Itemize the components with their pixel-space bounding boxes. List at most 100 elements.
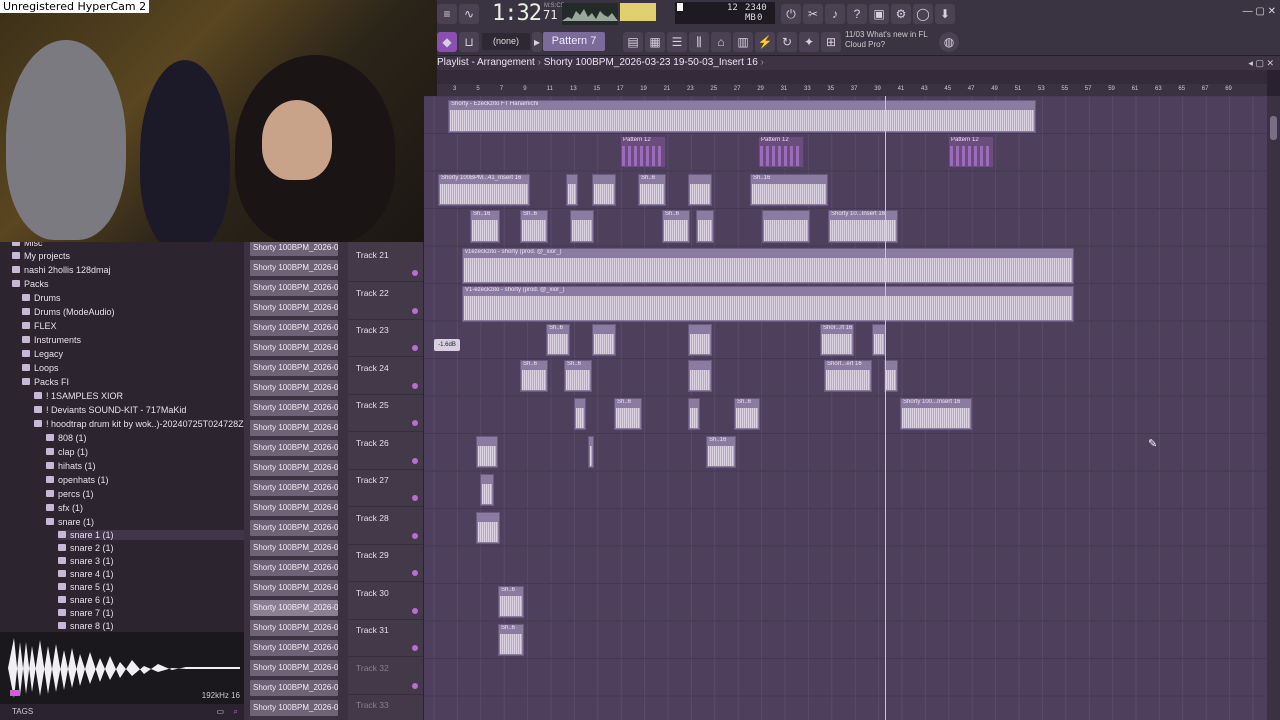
pattern-list-item[interactable]: Shorty 100BPM_2026-03... xyxy=(250,660,338,676)
audio-clip[interactable]: Sh..16 xyxy=(706,436,736,468)
chat-icon[interactable]: ◯ xyxy=(913,4,933,24)
audio-clip[interactable]: Sh..6 xyxy=(498,586,524,618)
cart-icon[interactable]: ⊞ xyxy=(821,32,841,52)
pattern-list-item[interactable]: Shorty 100BPM_2026-03... xyxy=(250,420,338,436)
track-mute-dot[interactable] xyxy=(412,457,418,464)
pattern-list-item[interactable]: Shorty 100BPM_2026-03... xyxy=(250,580,338,596)
track-mute-dot[interactable] xyxy=(412,382,418,389)
globe-icon[interactable]: ◍ xyxy=(939,32,959,52)
playlist-icon[interactable]: ▤ xyxy=(623,32,643,52)
audio-clip[interactable] xyxy=(588,436,594,468)
menu-icon[interactable]: ≡ xyxy=(437,4,457,24)
audio-clip[interactable]: Sh..6 xyxy=(546,324,570,356)
browser-icon[interactable]: ⌂ xyxy=(711,32,731,52)
track-header[interactable]: Track 25 xyxy=(348,395,423,432)
wave-icon[interactable]: ∿ xyxy=(459,4,479,24)
piano-roll-icon[interactable]: ▦ xyxy=(645,32,665,52)
folder-icon[interactable]: ▭ xyxy=(216,704,224,720)
timeline-ruler[interactable]: 3 5 7 9 11 13 15 17 19 21 23 25 27 29 31 33 35 37 39 41 43 45… xyxy=(437,84,1267,96)
tempo-icon[interactable]: ↻ xyxy=(777,32,797,52)
browser-item[interactable]: ! Deviants SOUND-KIT - 717MaKid xyxy=(34,405,186,415)
audio-clip[interactable]: Shorty - Ezeckzito FT Hanamichi xyxy=(448,100,1036,133)
audio-clip[interactable] xyxy=(688,174,712,206)
audio-clip[interactable]: Sh..6 xyxy=(662,210,690,243)
browser-item[interactable]: clap (1) xyxy=(46,447,88,457)
audio-clip[interactable]: Sh..6 xyxy=(614,398,642,430)
pattern-list-item[interactable]: Shorty 100BPM_2026-03... xyxy=(250,340,338,356)
search-icon[interactable]: ⌕ xyxy=(234,704,238,720)
audio-clip[interactable] xyxy=(592,174,616,206)
track-mute-dot[interactable] xyxy=(412,682,418,689)
track-mute-dot[interactable] xyxy=(412,607,418,614)
track-header[interactable]: Track 27 xyxy=(348,470,423,507)
help-icon[interactable]: ? xyxy=(847,4,867,24)
audio-clip[interactable] xyxy=(884,360,898,392)
pattern-list-item[interactable]: Shorty 100BPM_2026-03... xyxy=(250,400,338,416)
pattern-list-item[interactable]: Shorty 100BPM_2026-03... xyxy=(250,320,338,336)
browser-item[interactable]: Packs xyxy=(12,279,49,289)
audio-clip[interactable]: Sh..6 xyxy=(520,210,548,243)
browser-item[interactable]: hihats (1) xyxy=(46,461,96,471)
browser-item[interactable]: snare 8 (1) xyxy=(58,621,114,631)
pattern-list-item[interactable]: Shorty 100BPM_2026-03... xyxy=(250,480,338,496)
track-header[interactable]: Track 26 xyxy=(348,433,423,470)
mixer-icon[interactable]: ⫼ xyxy=(689,32,709,52)
browser-item[interactable]: FLEX xyxy=(22,321,57,331)
audio-clip[interactable]: Sh..6 xyxy=(520,360,548,392)
audio-clip[interactable]: Short...ert 16 xyxy=(824,360,872,392)
browser-item[interactable]: Drums xyxy=(22,293,61,303)
track-header[interactable]: Track 30 xyxy=(348,583,423,620)
audio-clip[interactable]: Sh..16 xyxy=(470,210,500,243)
audio-clip[interactable] xyxy=(476,512,500,544)
audio-clip[interactable] xyxy=(688,398,700,430)
pattern-list-item[interactable]: Shorty 100BPM_2026-03... xyxy=(250,680,338,696)
browser-item[interactable]: Misc xyxy=(12,242,43,248)
browser-item[interactable]: sfx (1) xyxy=(46,503,83,513)
browser-item[interactable]: snare 6 (1) xyxy=(58,595,114,605)
audio-clip[interactable]: Shorty 10...Insert 16 xyxy=(828,210,898,243)
playlist-window-controls[interactable]: ◂ ▢ ✕ xyxy=(1248,56,1274,70)
pattern-list-item[interactable]: Shorty 100BPM_2026-03... xyxy=(250,500,338,516)
audio-clip[interactable]: Shorty 100...Insert 16 xyxy=(900,398,972,430)
playlist-grid[interactable]: Shorty - Ezeckzito FT Hanamichi Pattern 1… xyxy=(424,96,1267,720)
audio-clip[interactable] xyxy=(762,210,810,243)
project-icon[interactable]: ▥ xyxy=(733,32,753,52)
audio-clip[interactable] xyxy=(688,324,712,356)
audio-clip[interactable]: Shorty 100BPM...41_Insert 16 xyxy=(438,174,530,206)
pattern-list-item[interactable]: Shorty 100BPM_2026-03... xyxy=(250,560,338,576)
track-header[interactable]: Track 22 xyxy=(348,283,423,320)
shop-icon[interactable]: ✦ xyxy=(799,32,819,52)
track-mute-dot[interactable] xyxy=(412,570,418,576)
play-arrow-icon[interactable]: ▸ xyxy=(532,32,542,52)
time-display[interactable]: 1:32 xyxy=(492,1,542,26)
pattern-list-item[interactable]: Shorty 100BPM_2026-03... xyxy=(250,300,338,316)
scroll-thumb[interactable] xyxy=(1270,116,1277,140)
pattern-list-item[interactable]: Shorty 100BPM_2026-03... xyxy=(250,600,338,616)
pattern-list-item[interactable]: Shorty 100BPM_2026-03... xyxy=(250,380,338,396)
browser-item[interactable]: 808 (1) xyxy=(46,433,87,443)
browser-item[interactable]: ! 1SAMPLES XIOR xyxy=(34,391,123,401)
pattern-clip[interactable]: Pattern 12 xyxy=(620,136,666,168)
pattern-list-item[interactable]: Shorty 100BPM_2026-03... xyxy=(250,360,338,376)
browser-item[interactable]: Loops xyxy=(22,363,59,373)
browser-item[interactable]: nashi 2hollis 128dmaj xyxy=(12,265,111,275)
audio-clip[interactable]: Sh..16 xyxy=(750,174,828,206)
cut-icon[interactable]: ✂ xyxy=(803,4,823,24)
audio-clip[interactable] xyxy=(570,210,594,243)
audio-clip[interactable] xyxy=(476,436,498,468)
track-header[interactable]: Track 29 xyxy=(348,545,423,582)
pattern-list-item[interactable]: Shorty 100BPM_2026-03... xyxy=(250,460,338,476)
browser-item[interactable]: openhats (1) xyxy=(46,475,109,485)
browser-item[interactable]: snare (1) xyxy=(46,517,94,527)
browser-item[interactable]: Packs FI xyxy=(22,377,69,387)
audio-clip[interactable] xyxy=(480,474,494,506)
audio-clip[interactable]: Sh..6 xyxy=(638,174,666,206)
track-header[interactable]: Track 23 xyxy=(348,320,423,357)
track-header[interactable]: Track 32 xyxy=(348,658,423,695)
track-mute-dot[interactable] xyxy=(412,270,418,276)
overview-strip[interactable] xyxy=(437,70,1267,84)
browser-item[interactable]: My projects xyxy=(12,251,70,261)
browser-item[interactable]: Legacy xyxy=(22,349,63,359)
pattern-list-item[interactable]: Shorty 100BPM_2026-03... xyxy=(250,260,338,276)
audio-clip[interactable]: V1-ezeckzito - shorty (prod. @_xior_) xyxy=(462,286,1074,322)
